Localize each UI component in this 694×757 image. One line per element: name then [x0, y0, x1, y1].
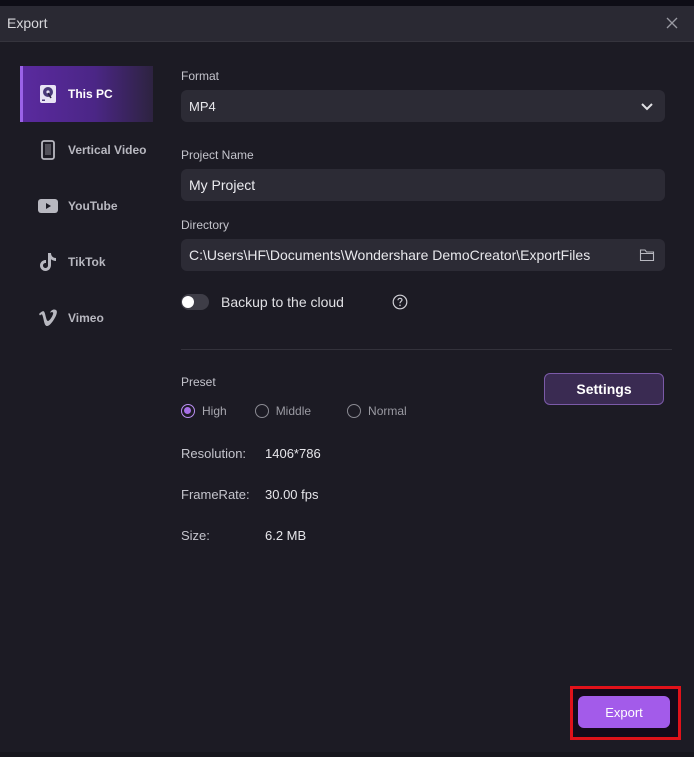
help-icon[interactable] — [392, 294, 408, 310]
radio-checked-icon — [181, 404, 195, 418]
backup-cloud-toggle[interactable] — [181, 294, 209, 310]
sidebar-item-youtube[interactable]: YouTube — [20, 178, 153, 234]
sidebar-item-vimeo[interactable]: Vimeo — [20, 290, 153, 346]
resolution-value: 1406*786 — [265, 446, 321, 461]
sidebar-item-label: YouTube — [68, 199, 118, 213]
radio-label: Normal — [368, 404, 407, 418]
sidebar-item-label: Vimeo — [68, 311, 104, 325]
project-name-label: Project Name — [181, 148, 254, 162]
background-window-strip-bottom — [0, 752, 694, 757]
radio-unchecked-icon — [347, 404, 362, 418]
directory-label: Directory — [181, 218, 230, 232]
radio-label: High — [202, 404, 227, 418]
directory-field[interactable]: C:\Users\HF\Documents\Wondershare DemoCr… — [181, 239, 665, 271]
resolution-label: Resolution: — [181, 446, 247, 461]
radio-unchecked-icon — [254, 404, 269, 418]
vimeo-icon — [38, 308, 58, 328]
hard-drive-icon — [38, 84, 58, 104]
preset-radio-middle[interactable]: Middle — [254, 404, 312, 418]
dialog-title: Export — [7, 15, 48, 31]
folder-icon[interactable] — [639, 247, 655, 263]
backup-cloud-label: Backup to the cloud — [221, 294, 344, 310]
size-row: Size: 6.2 MB — [181, 528, 306, 543]
directory-path: C:\Users\HF\Documents\Wondershare DemoCr… — [189, 247, 591, 263]
sidebar-item-label: TikTok — [68, 255, 106, 269]
format-value: MP4 — [189, 98, 216, 114]
section-divider — [181, 349, 672, 350]
framerate-value: 30.00 fps — [265, 487, 319, 502]
settings-button[interactable]: Settings — [544, 373, 664, 405]
resolution-row: Resolution: 1406*786 — [181, 446, 321, 461]
project-name-field[interactable] — [181, 169, 665, 201]
sidebar-item-label: This PC — [68, 87, 113, 101]
export-destination-sidebar: This PC Vertical Video YouTube TikTok Vi… — [20, 66, 153, 666]
sidebar-item-tiktok[interactable]: TikTok — [20, 234, 153, 290]
sidebar-item-vertical-video[interactable]: Vertical Video — [20, 122, 153, 178]
backup-cloud-row: Backup to the cloud — [181, 292, 408, 312]
phone-icon — [38, 140, 58, 160]
preset-label: Preset — [181, 375, 216, 389]
format-select[interactable]: MP4 — [181, 90, 665, 122]
size-value: 6.2 MB — [265, 528, 307, 543]
preset-radio-high[interactable]: High — [181, 404, 227, 418]
preset-radio-normal[interactable]: Normal — [347, 404, 407, 418]
size-label: Size: — [181, 528, 210, 543]
framerate-row: FrameRate: 30.00 fps — [181, 487, 319, 502]
close-icon[interactable] — [662, 13, 682, 33]
chevron-down-icon — [639, 98, 655, 114]
preset-radio-group: High Middle Normal — [181, 404, 435, 418]
export-button[interactable]: Export — [578, 696, 670, 728]
radio-label: Middle — [275, 404, 312, 418]
framerate-label: FrameRate: — [181, 487, 250, 502]
project-name-input[interactable] — [189, 177, 609, 193]
dialog-titlebar: Export — [0, 6, 694, 42]
sidebar-item-label: Vertical Video — [68, 143, 147, 157]
format-label: Format — [181, 69, 220, 83]
sidebar-item-this-pc[interactable]: This PC — [20, 66, 153, 122]
tiktok-icon — [38, 252, 58, 272]
youtube-icon — [38, 196, 58, 216]
